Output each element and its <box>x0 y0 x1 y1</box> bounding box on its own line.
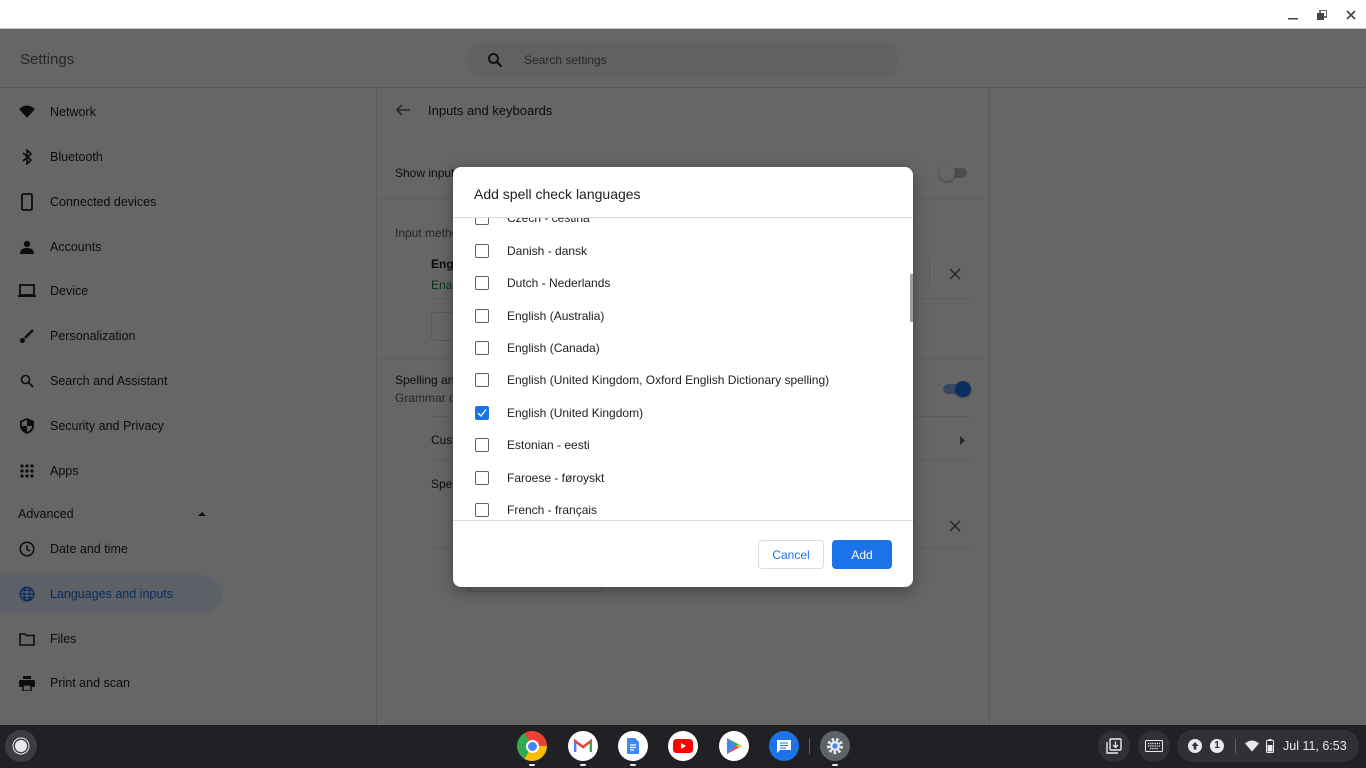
status-tray[interactable]: 1 Jul 11, 6:53 <box>1177 730 1359 762</box>
notification-count-badge: 1 <box>1210 739 1224 753</box>
docs-app-icon[interactable] <box>618 731 648 761</box>
holding-space-button[interactable] <box>1098 730 1130 762</box>
language-option[interactable]: Faroese - føroyskt <box>453 462 908 494</box>
play-store-app-icon[interactable] <box>719 731 749 761</box>
settings-app-icon[interactable] <box>820 731 850 761</box>
battery-icon <box>1266 739 1274 753</box>
running-indicator <box>630 764 636 766</box>
checkbox[interactable] <box>475 373 489 387</box>
checkbox[interactable] <box>475 503 489 517</box>
checkbox[interactable] <box>475 244 489 258</box>
virtual-keyboard-button[interactable] <box>1138 730 1170 762</box>
checkbox[interactable] <box>475 471 489 485</box>
list-scrollbar[interactable] <box>910 274 913 322</box>
messages-app-icon[interactable] <box>769 731 799 761</box>
launcher-button[interactable] <box>5 730 37 762</box>
language-option[interactable]: Danish - dansk <box>453 235 908 267</box>
checkbox[interactable] <box>475 438 489 452</box>
checkbox[interactable] <box>475 341 489 355</box>
checkbox[interactable] <box>475 309 489 323</box>
clock-time: Jul 11, 6:53 <box>1283 739 1347 753</box>
running-indicator <box>529 764 535 766</box>
keyboard-icon <box>1145 740 1163 752</box>
language-label: English (United Kingdom) <box>507 406 644 420</box>
checkbox[interactable] <box>475 218 489 225</box>
language-label: Danish - dansk <box>507 244 588 258</box>
holding-space-icon <box>1106 738 1122 754</box>
language-option[interactable]: English (United Kingdom, Oxford English … <box>453 364 908 396</box>
language-list[interactable]: Czech - čeština Danish - dansk Dutch - N… <box>453 217 913 521</box>
language-option[interactable]: English (United Kingdom) <box>453 397 908 429</box>
language-option[interactable]: Czech - čeština <box>453 217 908 234</box>
gmail-app-icon[interactable] <box>568 731 598 761</box>
youtube-app-icon[interactable] <box>668 731 698 761</box>
update-icon <box>1188 739 1202 753</box>
add-spell-check-languages-dialog: Add spell check languages Czech - češtin… <box>453 167 913 587</box>
cancel-button[interactable]: Cancel <box>758 540 824 569</box>
window-titlebar <box>0 0 1366 29</box>
restore-icon <box>1317 10 1327 20</box>
close-button[interactable] <box>1340 4 1362 26</box>
language-label: French - français <box>507 503 598 517</box>
checkbox-checked[interactable] <box>475 406 489 420</box>
tray-divider <box>1235 739 1236 753</box>
restore-button[interactable] <box>1311 4 1333 26</box>
language-option[interactable]: Estonian - eesti <box>453 429 908 461</box>
dialog-title: Add spell check languages <box>474 186 641 202</box>
checkbox[interactable] <box>475 276 489 290</box>
language-option[interactable]: English (Canada) <box>453 332 908 364</box>
language-label: Faroese - føroyskt <box>507 471 605 485</box>
shelf: 1 Jul 11, 6:53 <box>0 725 1366 768</box>
add-button[interactable]: Add <box>832 540 892 569</box>
running-indicator <box>580 764 586 766</box>
checkmark-icon <box>477 409 487 417</box>
minimize-button[interactable] <box>1282 4 1304 26</box>
language-label: English (Australia) <box>507 309 605 323</box>
language-label: Dutch - Nederlands <box>507 276 611 290</box>
minimize-icon <box>1288 18 1298 20</box>
language-label: Czech - čeština <box>507 217 590 225</box>
shelf-divider <box>809 738 810 754</box>
language-option[interactable]: English (Australia) <box>453 300 908 332</box>
language-option[interactable]: Dutch - Nederlands <box>453 267 908 299</box>
running-indicator <box>832 764 838 766</box>
language-label: English (United Kingdom, Oxford English … <box>507 373 830 387</box>
close-icon <box>1346 10 1356 20</box>
chrome-app-icon[interactable] <box>517 731 547 761</box>
language-option[interactable]: French - français <box>453 494 908 520</box>
launcher-icon <box>12 737 30 755</box>
wifi-icon <box>1245 740 1259 752</box>
language-label: English (Canada) <box>507 341 600 355</box>
language-label: Estonian - eesti <box>507 438 590 452</box>
